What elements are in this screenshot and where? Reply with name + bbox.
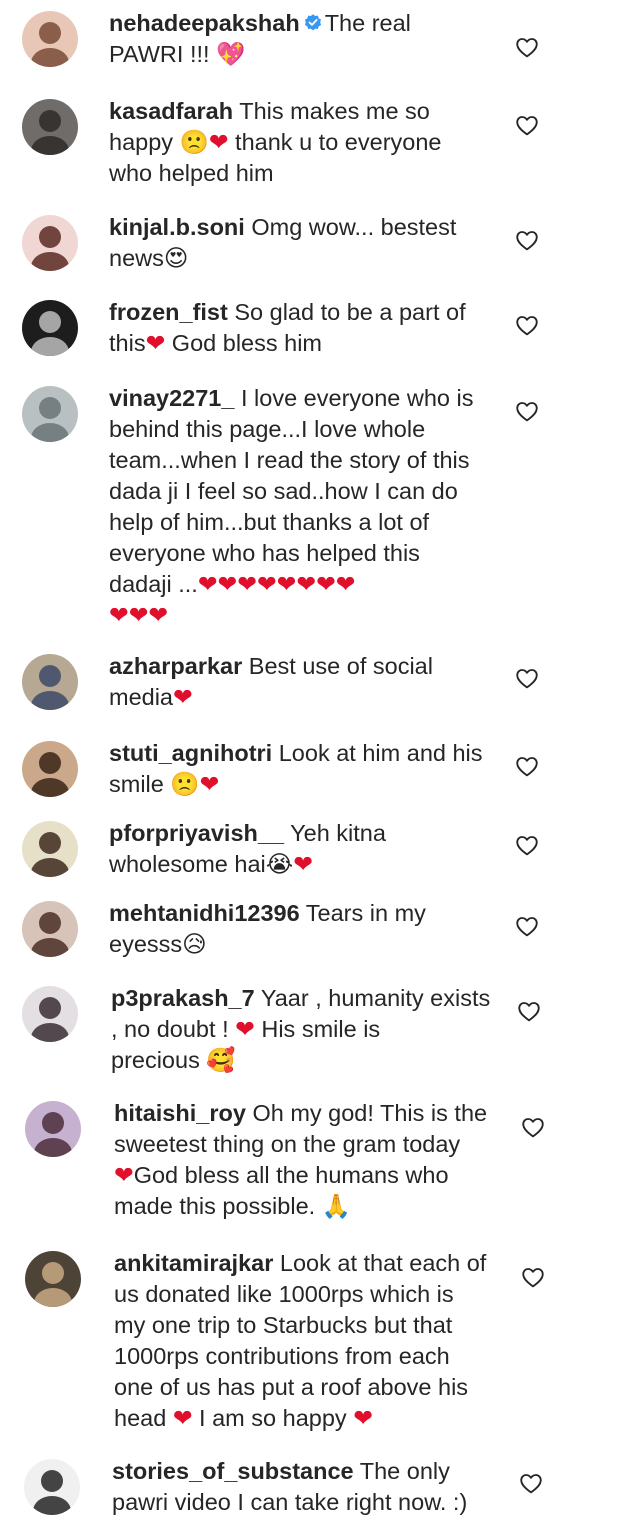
comment-text: nehadeepakshah The real PAWRI !!! 💖 (109, 8, 411, 70)
avatar[interactable] (22, 741, 78, 797)
like-comment-button[interactable] (514, 913, 540, 939)
comment-text: mehtanidhi12396 Tears in my eyesss😥 (109, 898, 426, 960)
comment-username[interactable]: stuti_agnihotri (109, 740, 272, 766)
comment-body: Look at that each of us donated like 100… (114, 1250, 487, 1431)
avatar[interactable] (22, 300, 78, 356)
avatar[interactable] (25, 1101, 81, 1157)
heart-outline-icon (514, 316, 540, 342)
red-heart-emoji: ❤ (109, 602, 129, 628)
like-comment-button[interactable] (514, 227, 540, 253)
red-heart-emoji: ❤ (173, 684, 193, 710)
red-heart-emoji: ❤ (114, 1162, 134, 1188)
red-heart-emoji: ❤ (128, 602, 149, 628)
red-heart-emoji: ❤ (148, 602, 169, 628)
comment-username[interactable]: vinay2271_ (109, 385, 234, 411)
comment-username[interactable]: hitaishi_roy (114, 1100, 246, 1126)
red-heart-emoji: ❤ (197, 571, 218, 597)
comment-username[interactable]: azharparkar (109, 653, 242, 679)
red-heart-emoji: ❤ (237, 571, 257, 597)
comment-text: kinjal.b.soni Omg wow... bestest news😍 (109, 212, 456, 274)
avatar[interactable] (22, 11, 78, 67)
comment-text: p3prakash_7 Yaar , humanity exists , no … (111, 983, 490, 1076)
heart-outline-icon (516, 1002, 542, 1028)
red-heart-emoji: ❤ (172, 1405, 193, 1431)
heart-outline-icon (514, 402, 540, 428)
like-comment-button[interactable] (514, 832, 540, 858)
avatar[interactable] (22, 901, 78, 957)
heart-outline-icon (518, 1474, 544, 1500)
red-heart-emoji: ❤ (296, 571, 317, 597)
comment-username[interactable]: nehadeepakshah (109, 10, 300, 36)
comment-text: stuti_agnihotri Look at him and his smil… (109, 738, 483, 800)
comment-username[interactable]: frozen_fist (109, 299, 228, 325)
red-heart-emoji: ❤ (217, 571, 238, 597)
like-comment-button[interactable] (520, 1264, 546, 1290)
heart-outline-icon (514, 231, 540, 257)
avatar[interactable] (22, 99, 78, 155)
like-comment-button[interactable] (514, 312, 540, 338)
red-heart-emoji: ❤ (145, 330, 166, 356)
comment-text: kasadfarah This makes me so happy 🙁❤ tha… (109, 96, 441, 189)
like-comment-button[interactable] (514, 398, 540, 424)
red-heart-emoji: ❤ (335, 571, 356, 597)
avatar[interactable] (22, 986, 78, 1042)
comment-text: ankitamirajkar Look at that each of us d… (114, 1248, 486, 1434)
heart-outline-icon (514, 38, 540, 64)
avatar[interactable] (22, 215, 78, 271)
comment-username[interactable]: kasadfarah (109, 98, 233, 124)
comment-text: pforpriyavish__ Yeh kitna wholesome hai😭… (109, 818, 386, 880)
heart-outline-icon (514, 116, 540, 142)
like-comment-button[interactable] (516, 998, 542, 1024)
comment-username[interactable]: pforpriyavish__ (109, 820, 284, 846)
like-comment-button[interactable] (518, 1470, 544, 1496)
comment-username[interactable]: kinjal.b.soni (109, 214, 245, 240)
heart-outline-icon (520, 1268, 546, 1294)
red-heart-emoji: ❤ (199, 771, 220, 797)
avatar[interactable] (22, 386, 78, 442)
like-comment-button[interactable] (514, 112, 540, 138)
red-heart-emoji: ❤ (353, 1405, 373, 1431)
red-heart-emoji: ❤ (256, 571, 277, 597)
avatar[interactable] (22, 654, 78, 710)
comment-body: I love everyone who is behind this page.… (109, 385, 474, 628)
like-comment-button[interactable] (514, 665, 540, 691)
like-comment-button[interactable] (514, 753, 540, 779)
like-comment-button[interactable] (514, 34, 540, 60)
avatar[interactable] (25, 1251, 81, 1307)
red-heart-emoji: ❤ (235, 1016, 255, 1042)
red-heart-emoji: ❤ (316, 571, 336, 597)
heart-outline-icon (514, 757, 540, 783)
red-heart-emoji: ❤ (293, 851, 313, 877)
comment-username[interactable]: p3prakash_7 (111, 985, 255, 1011)
comment-text: stories_of_substance The only pawri vide… (112, 1456, 467, 1518)
heart-outline-icon (514, 836, 540, 862)
heart-outline-icon (514, 917, 540, 943)
comment-username[interactable]: mehtanidhi12396 (109, 900, 300, 926)
comment-username[interactable]: stories_of_substance (112, 1458, 354, 1484)
comment-text: vinay2271_ I love everyone who is behind… (109, 383, 474, 631)
verified-badge-icon (303, 10, 323, 31)
heart-outline-icon (520, 1118, 546, 1144)
comment-text: frozen_fist So glad to be a part of this… (109, 297, 466, 359)
like-comment-button[interactable] (520, 1114, 546, 1140)
comment-text: hitaishi_roy Oh my god! This is the swee… (114, 1098, 487, 1222)
red-heart-emoji: ❤ (276, 571, 297, 597)
red-heart-emoji: ❤ (208, 129, 229, 155)
comment-text: azharparkar Best use of social media❤ (109, 651, 433, 713)
comment-username[interactable]: ankitamirajkar (114, 1250, 273, 1276)
avatar[interactable] (22, 821, 78, 877)
avatar[interactable] (24, 1459, 80, 1515)
heart-outline-icon (514, 669, 540, 695)
